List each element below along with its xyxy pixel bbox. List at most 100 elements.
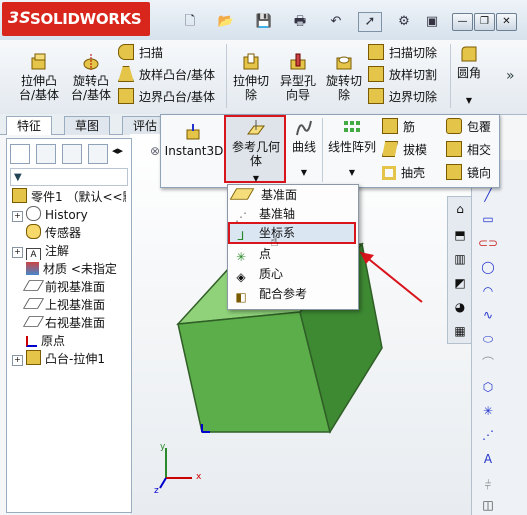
centerline-icon[interactable]: ⋰ [478,426,498,444]
mirror-button[interactable]: 镜向 [446,164,491,182]
linear-pattern-button[interactable]: 线性阵列 ▼ [324,118,380,180]
menu-item-point[interactable]: ✳ 点 [233,245,353,264]
extrude-cut-icon [243,53,259,70]
view-triad[interactable] [159,448,192,489]
mirror-sketch-icon[interactable]: ⫩ [478,476,498,494]
tree-item-boss-extrude1[interactable]: + 凸台-拉伸1 [12,350,126,368]
new-document-icon[interactable]: 🗋 [178,12,202,32]
ribbon-more-button[interactable]: » [506,68,515,84]
material-icon [26,262,39,275]
mate-reference-icon: ◧ [235,290,247,304]
rib-button[interactable]: 筋 [382,118,415,136]
dimxpert-tab-icon[interactable] [88,144,108,164]
minimize-button[interactable]: — [452,13,473,31]
close-button[interactable]: ✕ [496,13,517,31]
slot-icon[interactable]: ⊂⊃ [478,234,498,252]
menu-item-mate-reference[interactable]: ◧ 配合参考 [233,285,353,304]
save-icon[interactable]: 💾 [252,12,276,32]
menu-item-coordinate-system[interactable]: ⅃ 坐标系 [233,224,353,243]
menu-item-plane[interactable]: 基准面 [229,186,353,205]
print-icon[interactable]: 🖶 [288,12,312,32]
tree-item-label: 传感器 [45,226,82,240]
tree-item-front-plane[interactable]: 前视基准面 [12,278,126,296]
intersect-button[interactable]: 相交 [446,141,491,159]
tree-item-label: 前视基准面 [45,280,106,294]
boundary-cut-button[interactable]: 边界切除 [368,88,437,106]
curves-dropdown-arrow-icon[interactable]: ▼ [288,166,320,180]
boundary-boss-button[interactable]: 边界凸台/基体 [118,88,215,106]
configuration-manager-tab-icon[interactable] [62,144,82,164]
loft-boss-button[interactable]: 放样凸台/基体 [118,66,215,84]
tab-features[interactable]: 特征 [6,116,53,135]
draft-label: 拔模 [403,143,428,157]
draft-button[interactable]: 拔模 [382,141,427,159]
spline-icon[interactable]: ∿ [478,306,498,324]
instant3d-icon [186,124,200,140]
ellipse-icon[interactable]: ⬭ [478,330,498,348]
shell-label: 抽壳 [401,166,426,180]
restore-button[interactable]: ❐ [474,13,495,31]
polygon-icon[interactable]: ⬡ [478,378,498,396]
filter-icon: ▼ [14,172,22,183]
app-name: SOLIDWORKS [30,10,142,28]
fillet-dropdown-arrow-icon[interactable]: ▼ [452,94,486,108]
linear-pattern-icon [344,121,360,132]
loft-cut-button[interactable]: 放样切割 [368,66,437,84]
expand-icon[interactable]: + [12,211,23,222]
tree-item-top-plane[interactable]: 上视基准面 [12,296,126,314]
curves-button[interactable]: 曲线 ▼ [288,118,320,180]
scene-icon[interactable]: ▦ [450,322,470,340]
feature-manager-tab-icon[interactable] [10,144,30,164]
extrude-boss-button[interactable]: 拉伸凸 台/基体 [14,52,64,102]
tree-filter[interactable]: ▼ [10,168,128,186]
expand-icon[interactable]: + [12,355,23,366]
rectangle-icon[interactable]: ▭ [478,210,498,228]
undo-icon[interactable]: ↶ [324,12,348,32]
instant3d-button[interactable]: Instant3D [164,122,224,158]
extrude-cut-button[interactable]: 拉伸切 除 [228,52,274,102]
circle-icon[interactable]: ◯ [478,258,498,276]
fillet-button[interactable]: 圆角 ▼ [452,44,486,108]
revolve-cut-button[interactable]: 旋转切 除 [322,52,366,102]
tree-item-sensors[interactable]: 传感器 [12,224,126,242]
select-cursor-icon[interactable]: ➚ [358,12,382,32]
tree-item-label: 上视基准面 [45,298,106,312]
tab-sketch[interactable]: 草图 [64,116,111,135]
mouse-cursor-icon: ☝ [270,234,279,250]
revolve-boss-button[interactable]: 旋转凸 台/基体 [66,52,116,102]
sweep-button[interactable]: 扫描 [118,44,163,62]
part-icon [12,188,27,203]
text-icon[interactable]: A [478,450,498,468]
panel-scroll-arrows-icon[interactable]: ◂▸ [112,144,123,157]
tree-item-history[interactable]: + History [12,206,126,224]
property-manager-tab-icon[interactable] [36,144,56,164]
fillet-label: 圆角 [456,66,481,80]
line-icon[interactable]: ╱ [478,186,498,204]
shell-button[interactable]: 抽壳 [382,164,425,182]
display-style-icon[interactable]: ◩ [450,274,470,292]
instant3d-label: Instant3D [164,144,224,158]
open-folder-icon[interactable]: 📂 [214,12,238,32]
pattern-dropdown-arrow-icon[interactable]: ▼ [324,166,380,180]
rebuild-icon[interactable]: ⚙ [392,12,416,32]
wrap-button[interactable]: 包覆 [446,118,491,136]
tree-root-part[interactable]: 零件1 （默认<<默 [12,188,126,206]
section-view-icon[interactable]: ▥ [450,250,470,268]
options-icon[interactable]: ▣ [420,12,444,32]
point-icon[interactable]: ✳ [478,402,498,420]
view-orientation-icon[interactable]: ⬒ [450,226,470,244]
expand-icon[interactable]: + [12,247,23,258]
sweep-cut-button[interactable]: 扫描切除 [368,44,437,62]
tree-item-origin[interactable]: 原点 [12,332,126,350]
ds-logo-icon: 3S [8,8,31,27]
arc-icon[interactable]: ◠ [478,282,498,300]
tree-item-annotations[interactable]: + A 注解 [12,242,126,260]
menu-item-center-of-mass[interactable]: ◈ 质心 [233,265,353,284]
tree-item-material[interactable]: 材质 <未指定 [12,260,126,278]
tree-item-right-plane[interactable]: 右视基准面 [12,314,126,332]
hole-wizard-button[interactable]: 异型孔 向导 [276,52,320,102]
appearance-icon[interactable]: ◕ [450,298,470,316]
standard-views-icon[interactable]: ⌂ [450,200,470,218]
3d-sketch-icon[interactable]: ◫ [478,496,498,514]
fillet-sketch-icon[interactable]: ⌒ [478,354,498,372]
